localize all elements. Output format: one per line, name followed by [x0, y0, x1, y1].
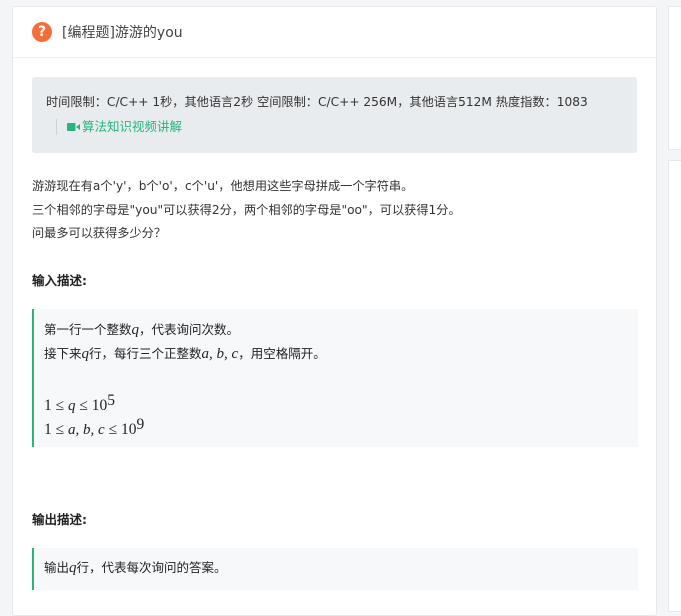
- limits-box: 时间限制：C/C++ 1秒，其他语言2秒 空间限制：C/C++ 256M，其他语…: [32, 77, 637, 153]
- side-panel: [668, 6, 681, 150]
- input-line: 第一行一个整数q，代表询问次数。: [44, 322, 240, 338]
- description-line: 游游现在有a个'y'，b个'o'，c个'u'，他想用这些字母拼成一个字符串。: [32, 179, 414, 193]
- question-icon: ?: [32, 22, 52, 42]
- description-line: 问最多可以获得多少分？: [32, 226, 167, 240]
- video-link-label: 算法知识视频讲解: [82, 119, 183, 134]
- problem-description: 游游现在有a个'y'，b个'o'，c个'u'，他想用这些字母拼成一个字符串。 三…: [32, 175, 461, 246]
- input-description-label: 输入描述:: [32, 273, 87, 288]
- constraint-q: 1 ≤ q ≤ 105: [44, 392, 116, 415]
- video-camera-icon: [67, 123, 80, 131]
- output-description-label: 输出描述:: [32, 512, 87, 527]
- video-explanation-link[interactable]: 算法知识视频讲解: [56, 119, 637, 135]
- input-description-block: 第一行一个整数q，代表询问次数。 接下来q行，每行三个正整数a, b, c，用空…: [32, 309, 638, 447]
- output-description-block: 输出q行，代表每次询问的答案。: [32, 548, 638, 590]
- problem-card: ? [编程题]游游的you 时间限制：C/C++ 1秒，其他语言2秒 空间限制：…: [12, 6, 657, 616]
- output-line: 输出q行，代表每次询问的答案。: [44, 560, 227, 576]
- side-panel: [668, 160, 681, 612]
- input-line: 接下来q行，每行三个正整数a, b, c，用空格隔开。: [44, 346, 326, 362]
- problem-header: ? [编程题]游游的you: [13, 7, 656, 58]
- constraint-abc: 1 ≤ a, b, c ≤ 109: [44, 416, 145, 439]
- limits-text: 时间限制：C/C++ 1秒，其他语言2秒 空间限制：C/C++ 256M，其他语…: [46, 95, 588, 109]
- problem-title: [编程题]游游的you: [62, 25, 183, 41]
- description-line: 三个相邻的字母是"you"可以获得2分，两个相邻的字母是"oo"，可以获得1分。: [32, 202, 461, 217]
